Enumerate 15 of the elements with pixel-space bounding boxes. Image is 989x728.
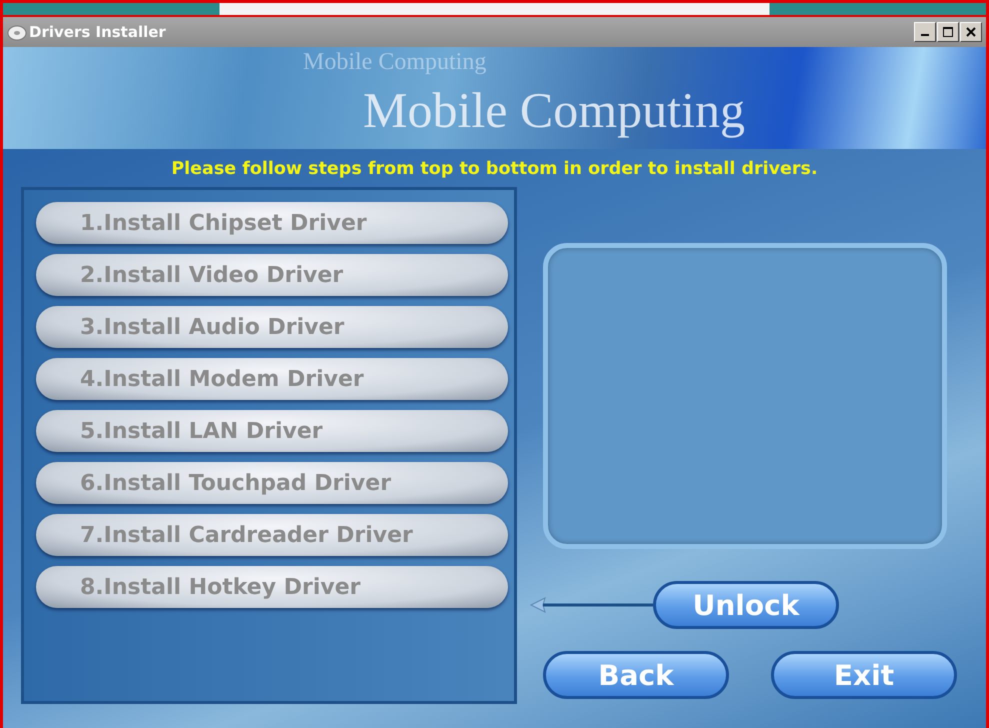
- dialog-button[interactable]: Exit: [771, 651, 957, 699]
- banner-title: Mobile Computing: [363, 81, 745, 139]
- disc-icon: [7, 23, 27, 41]
- minimize-icon: [921, 34, 929, 36]
- unlock-button[interactable]: Unlock: [653, 581, 839, 629]
- maximize-button[interactable]: [937, 22, 959, 42]
- banner-subtitle: Mobile Computing: [303, 49, 486, 76]
- close-icon: [966, 27, 976, 37]
- dialog-button[interactable]: Back: [543, 651, 729, 699]
- window-title: Drivers Installer: [29, 23, 166, 41]
- minimize-button[interactable]: [914, 22, 936, 42]
- maximize-icon: [943, 27, 953, 37]
- arrow-icon: [529, 595, 653, 615]
- instruction-text: Please follow steps from top to bottom in order to install drivers.: [170, 158, 819, 181]
- close-button[interactable]: [960, 22, 982, 42]
